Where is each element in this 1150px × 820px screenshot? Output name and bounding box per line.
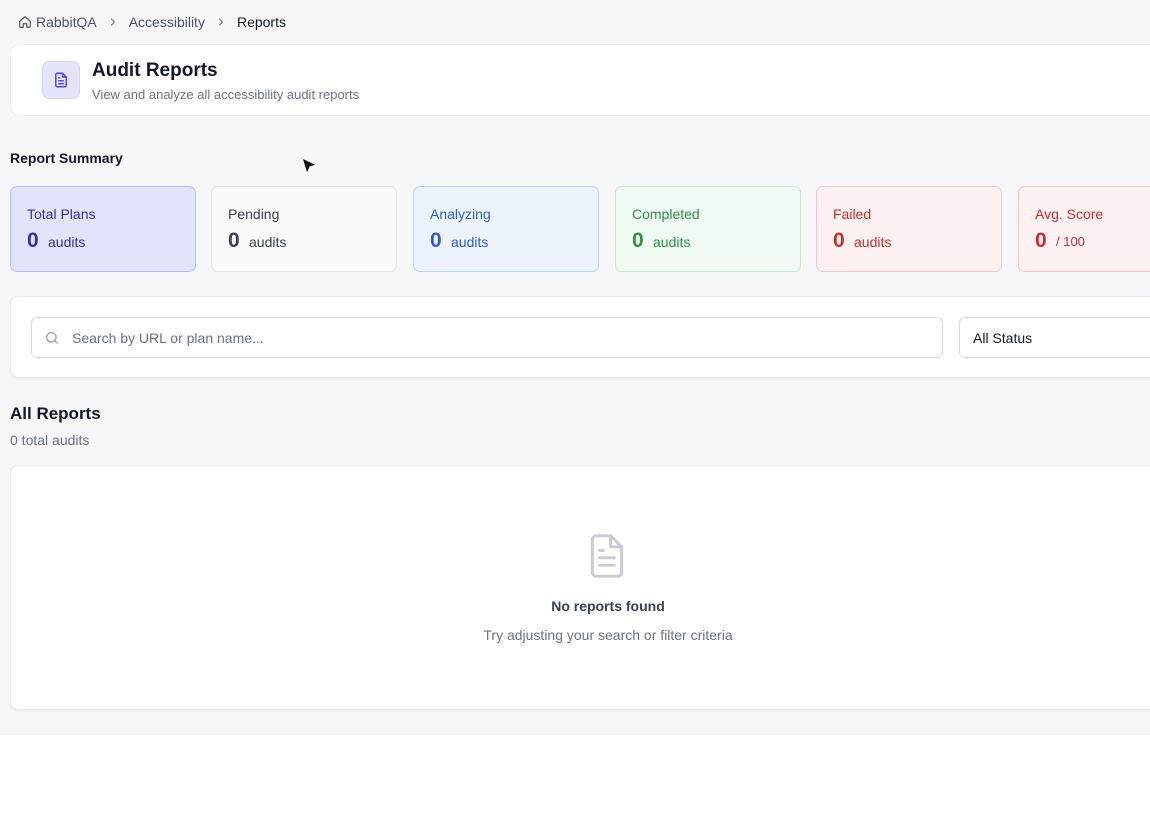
home-icon[interactable]	[18, 15, 32, 29]
filter-bar: All Status	[10, 296, 1150, 378]
stat-label: Pending	[228, 206, 280, 222]
page-title: Audit Reports	[92, 60, 218, 81]
stat-label: Avg. Score	[1035, 206, 1104, 222]
page: RabbitQA Accessibility Reports Audit Rep…	[0, 0, 1150, 735]
stat-unit: audits	[48, 234, 86, 250]
search-icon	[44, 330, 60, 346]
stat-card-total-plans[interactable]: Total Plans 0 audits	[10, 186, 196, 272]
reports-title: All Reports	[10, 404, 101, 423]
stat-unit: audits	[249, 234, 287, 250]
search-input[interactable]	[72, 318, 932, 357]
stat-card-pending[interactable]: Pending 0 audits	[211, 186, 397, 272]
search-box[interactable]	[31, 317, 943, 358]
breadcrumb-item-reports: Reports	[236, 14, 286, 30]
stat-value: 0	[430, 229, 442, 252]
stat-label: Completed	[632, 206, 700, 222]
stat-unit: audits	[451, 234, 489, 250]
status-filter-value: All Status	[973, 330, 1033, 346]
empty-state-subtitle: Try adjusting your search or filter crit…	[483, 627, 733, 643]
page-subtitle: View and analyze all accessibility audit…	[92, 87, 360, 102]
stat-card-analyzing[interactable]: Analyzing 0 audits	[413, 186, 599, 272]
stat-value: 0	[833, 229, 845, 252]
breadcrumb-item-accessibility[interactable]: Accessibility	[129, 14, 205, 30]
page-header: Audit Reports View and analyze all acces…	[10, 44, 1150, 116]
breadcrumb-item-rabbitqa[interactable]: RabbitQA	[36, 14, 97, 30]
stat-label: Total Plans	[27, 206, 96, 222]
stat-value: 0	[1035, 229, 1047, 252]
stat-label: Failed	[833, 206, 872, 222]
summary-title: Report Summary	[10, 150, 123, 166]
chevron-right-icon	[107, 16, 119, 28]
stat-card-completed[interactable]: Completed 0 audits	[615, 186, 801, 272]
empty-state-title: No reports found	[551, 598, 665, 614]
stat-card-failed[interactable]: Failed 0 audits	[816, 186, 1002, 272]
stat-label: Analyzing	[430, 206, 491, 222]
stat-unit: audits	[854, 234, 892, 250]
stat-unit: / 100	[1056, 234, 1085, 249]
stat-value: 0	[632, 229, 644, 252]
stat-value: 0	[27, 229, 39, 252]
chevron-right-icon	[215, 16, 227, 28]
document-icon	[42, 61, 80, 99]
reports-empty-state: No reports found Try adjusting your sear…	[10, 465, 1150, 710]
stat-card-avg-score[interactable]: Avg. Score 0 / 100	[1018, 186, 1150, 272]
status-filter-select[interactable]: All Status	[959, 317, 1150, 358]
cursor-icon	[299, 155, 321, 179]
reports-count: 0 total audits	[10, 432, 90, 448]
stat-unit: audits	[653, 234, 691, 250]
breadcrumb: RabbitQA Accessibility Reports	[18, 13, 286, 31]
document-icon	[585, 532, 629, 580]
stat-value: 0	[228, 229, 240, 252]
